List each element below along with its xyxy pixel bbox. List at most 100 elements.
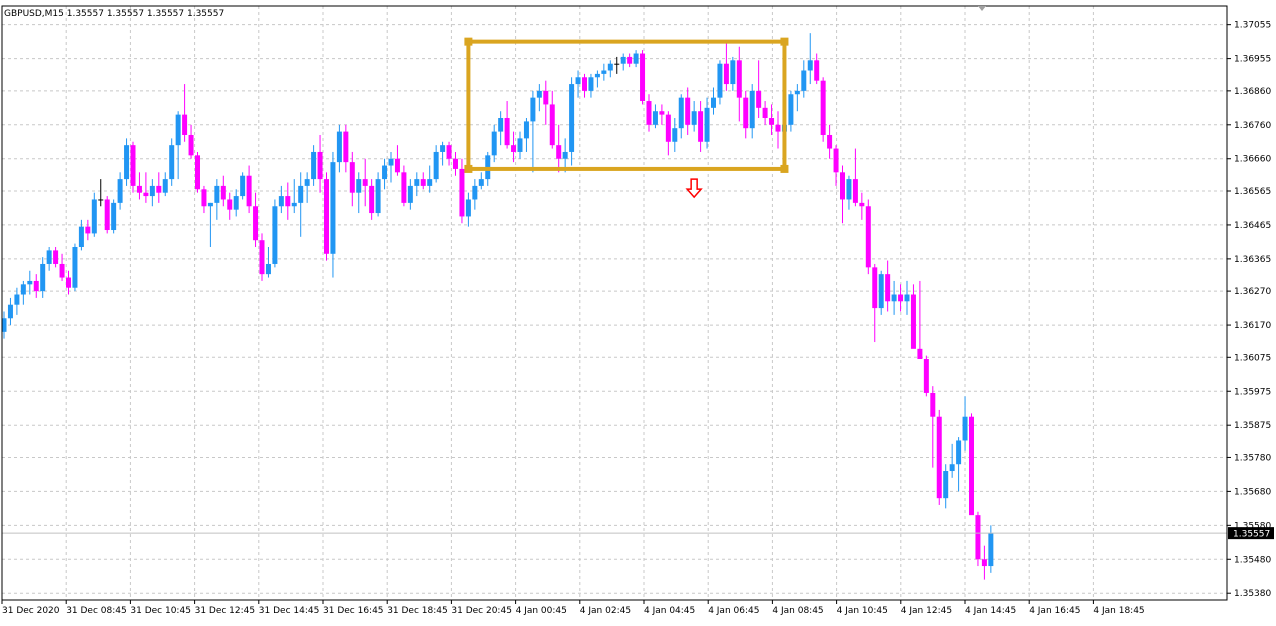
candle-body bbox=[659, 111, 665, 115]
plot-frame bbox=[1, 5, 1228, 601]
candle-body bbox=[601, 70, 607, 74]
candle-body bbox=[562, 151, 568, 159]
candle-body bbox=[66, 277, 71, 288]
candle-body bbox=[530, 97, 536, 122]
range-box-handle[interactable] bbox=[780, 164, 789, 173]
candle-body bbox=[762, 107, 768, 119]
y-tick-label: 1.35380 bbox=[1234, 589, 1271, 599]
candle-body bbox=[956, 440, 962, 465]
candle-body bbox=[962, 416, 968, 441]
x-tick-label: 4 Jan 12:45 bbox=[901, 606, 952, 616]
candle-body bbox=[891, 294, 897, 302]
y-tick-label: 1.37055 bbox=[1234, 21, 1271, 31]
x-tick-label: 4 Jan 06:45 bbox=[708, 606, 759, 616]
candle-body bbox=[801, 70, 807, 91]
y-tick-label: 1.36365 bbox=[1234, 255, 1271, 265]
x-tick-label: 31 Dec 16:45 bbox=[323, 606, 384, 616]
candle-body bbox=[175, 114, 181, 146]
candle-body bbox=[453, 158, 458, 169]
candle-body bbox=[511, 145, 517, 152]
chart-shift-marker-icon[interactable] bbox=[978, 6, 986, 11]
candle-body bbox=[685, 97, 691, 125]
candle-body bbox=[730, 60, 736, 85]
candle-body bbox=[59, 263, 65, 278]
candle-body bbox=[743, 97, 749, 129]
y-tick-label: 1.36660 bbox=[1234, 155, 1271, 165]
range-box-handle[interactable] bbox=[464, 37, 473, 46]
candle-body bbox=[640, 53, 646, 102]
candle-body bbox=[491, 131, 497, 156]
candle-body bbox=[852, 179, 858, 203]
candle-body bbox=[498, 118, 504, 132]
grid-lines bbox=[2, 6, 1227, 600]
candle-body bbox=[885, 274, 891, 302]
candle-body bbox=[162, 179, 168, 193]
candle-body bbox=[259, 240, 265, 275]
candle-body bbox=[672, 128, 678, 142]
candle-body bbox=[949, 464, 955, 472]
candle-body bbox=[278, 196, 284, 207]
range-box-handle[interactable] bbox=[780, 37, 789, 46]
candle-body bbox=[582, 77, 587, 91]
y-tick-label: 1.36565 bbox=[1234, 187, 1271, 197]
candle-body bbox=[311, 151, 317, 180]
candle-body bbox=[407, 185, 413, 203]
x-tick-label: 4 Jan 16:45 bbox=[1029, 606, 1080, 616]
range-box-handle[interactable] bbox=[464, 164, 473, 173]
candle-body bbox=[588, 77, 594, 91]
candle-body bbox=[156, 185, 162, 193]
y-tick-label: 1.35875 bbox=[1234, 421, 1271, 431]
candle-body bbox=[388, 158, 394, 166]
x-tick-label: 4 Jan 14:45 bbox=[965, 606, 1016, 616]
candle-body bbox=[543, 90, 549, 105]
candle-body bbox=[40, 263, 46, 292]
candle-body bbox=[711, 97, 716, 108]
chart-window[interactable]: 1.37055 1.36955 1.36860 1.36760 1.36660 1.365… bbox=[0, 0, 1276, 626]
candle-body bbox=[233, 196, 239, 210]
candle-body bbox=[904, 294, 910, 302]
candle-body bbox=[169, 145, 175, 180]
candle-body bbox=[594, 73, 600, 78]
candle-body bbox=[433, 151, 439, 180]
candle-body bbox=[769, 118, 775, 125]
candle-body bbox=[859, 202, 865, 207]
candle-body bbox=[382, 165, 388, 180]
x-tick-label: 4 Jan 02:45 bbox=[580, 606, 631, 616]
x-tick-label: 31 Dec 2020 bbox=[2, 606, 60, 616]
candle-body bbox=[240, 175, 246, 197]
x-tick-label: 4 Jan 00:45 bbox=[516, 606, 567, 616]
y-tick-label: 1.35975 bbox=[1234, 387, 1271, 397]
candle-body bbox=[833, 148, 839, 173]
candle-body bbox=[652, 111, 658, 125]
candle-body bbox=[614, 63, 620, 65]
candle-body bbox=[143, 192, 149, 197]
candle-body bbox=[607, 63, 613, 71]
candle-body bbox=[27, 280, 33, 285]
y-tick-label: 1.36170 bbox=[1234, 321, 1271, 331]
candle-body bbox=[91, 199, 97, 234]
candle-body bbox=[14, 294, 20, 305]
x-tick-label: 4 Jan 10:45 bbox=[837, 606, 888, 616]
candle-body bbox=[807, 60, 813, 71]
y-tick-label: 1.35680 bbox=[1234, 487, 1271, 497]
candle-body bbox=[246, 175, 252, 207]
x-tick-label: 31 Dec 10:45 bbox=[130, 606, 191, 616]
candle-body bbox=[253, 206, 259, 241]
axes-layer: 1.37055 1.36955 1.36860 1.36760 1.36660 1.365… bbox=[1, 5, 1274, 616]
current-price-label: 1.35557 bbox=[1233, 530, 1270, 540]
candle-body bbox=[698, 111, 704, 142]
candle-body bbox=[923, 359, 929, 393]
candle-body bbox=[975, 515, 981, 560]
candle-body bbox=[678, 97, 684, 129]
candle-body bbox=[362, 179, 368, 186]
candle-body bbox=[704, 107, 710, 142]
candlestick-chart[interactable]: 1.37055 1.36955 1.36860 1.36760 1.36660 1.365… bbox=[0, 0, 1276, 626]
candle-body bbox=[723, 63, 729, 85]
candle-body bbox=[343, 131, 349, 163]
candle-body bbox=[717, 63, 723, 98]
candle-body bbox=[104, 199, 110, 231]
candle-body bbox=[930, 392, 936, 417]
candle-body bbox=[111, 202, 117, 231]
x-tick-label: 4 Jan 18:45 bbox=[1093, 606, 1144, 616]
candle-body bbox=[465, 199, 471, 217]
